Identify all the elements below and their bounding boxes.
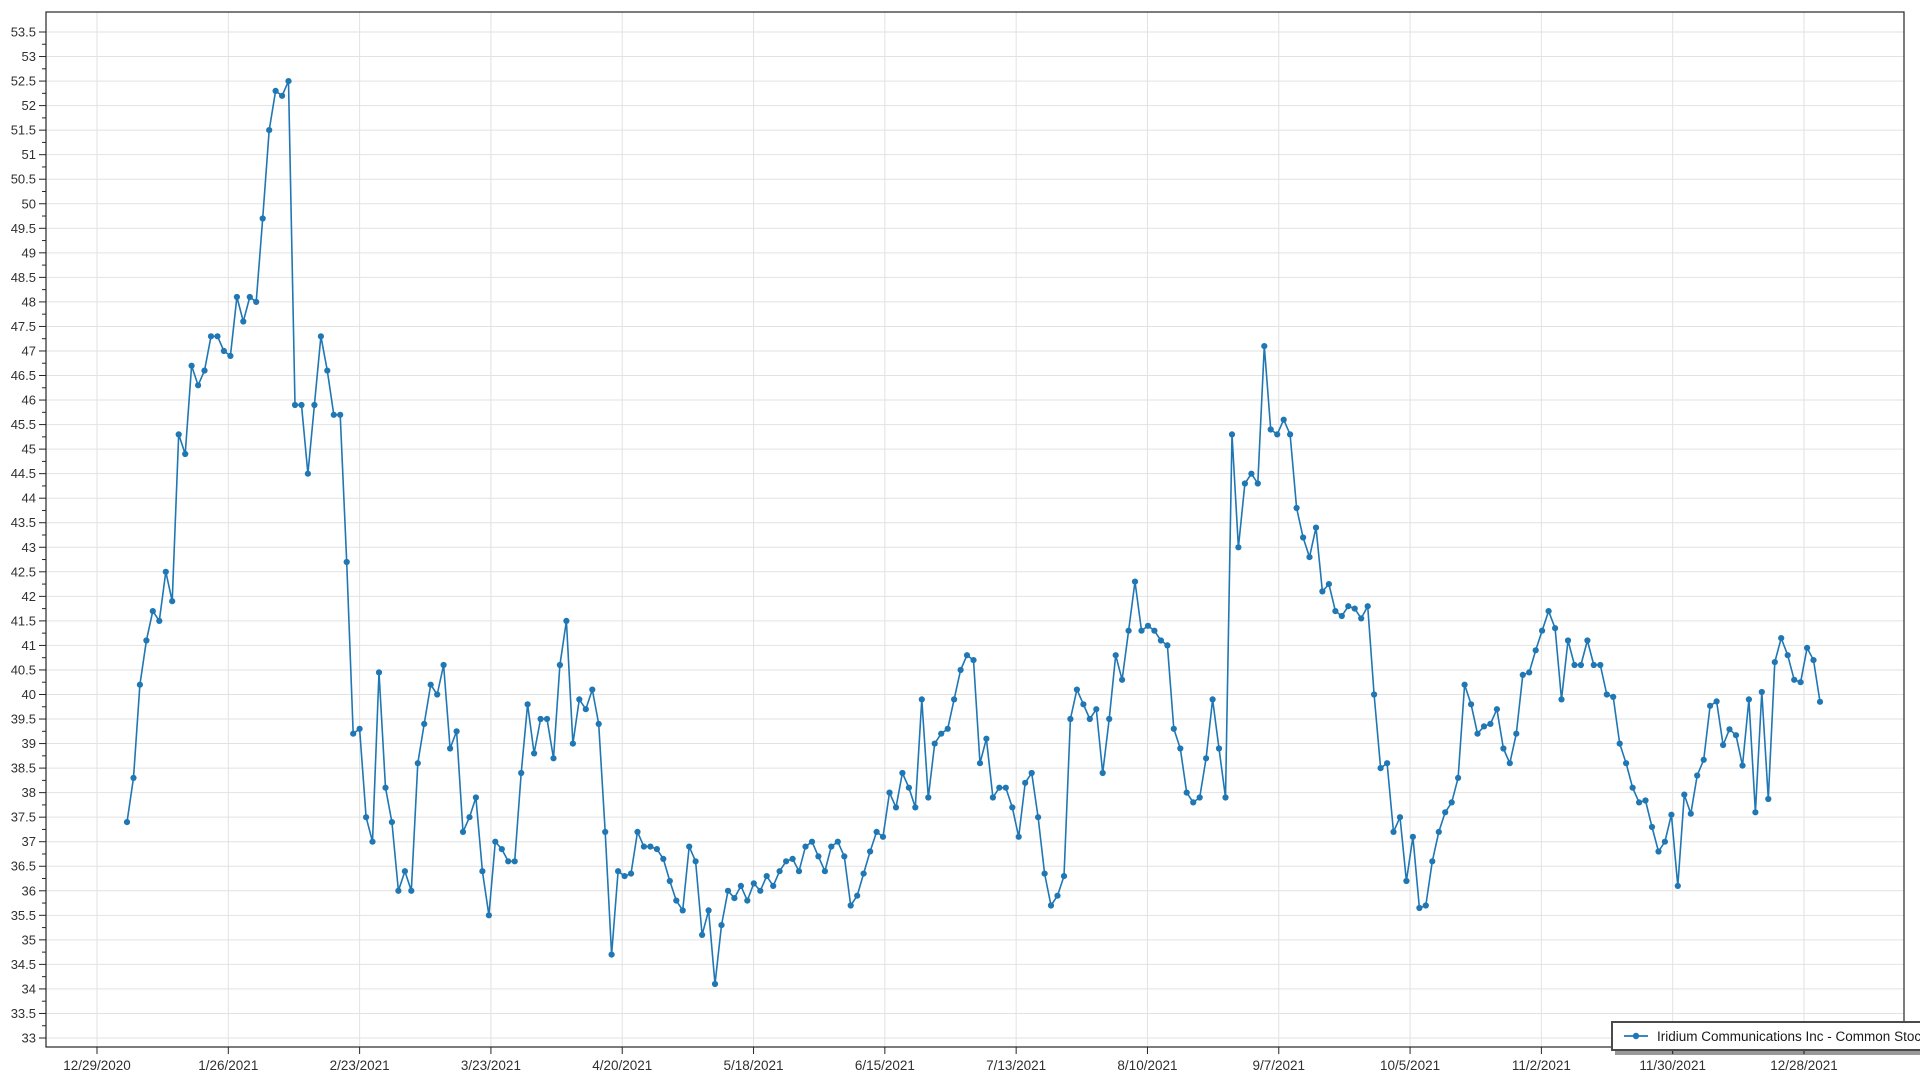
svg-text:35.5: 35.5 bbox=[11, 908, 36, 923]
svg-text:46: 46 bbox=[22, 393, 36, 408]
svg-text:35: 35 bbox=[22, 932, 36, 947]
svg-text:2/23/2021: 2/23/2021 bbox=[330, 1058, 390, 1073]
svg-text:39.5: 39.5 bbox=[11, 712, 36, 727]
svg-text:42: 42 bbox=[22, 589, 36, 604]
svg-text:45: 45 bbox=[22, 442, 36, 457]
svg-text:38.5: 38.5 bbox=[11, 761, 36, 776]
svg-text:43: 43 bbox=[22, 540, 36, 555]
svg-text:12/29/2020: 12/29/2020 bbox=[63, 1058, 131, 1073]
svg-text:41: 41 bbox=[22, 638, 36, 653]
legend-series-marker-icon bbox=[1623, 1031, 1649, 1041]
svg-text:34: 34 bbox=[22, 981, 36, 996]
svg-text:49.5: 49.5 bbox=[11, 221, 36, 236]
svg-text:47.5: 47.5 bbox=[11, 319, 36, 334]
svg-text:10/5/2021: 10/5/2021 bbox=[1380, 1058, 1440, 1073]
svg-text:5/18/2021: 5/18/2021 bbox=[724, 1058, 784, 1073]
svg-text:36: 36 bbox=[22, 883, 36, 898]
svg-text:38: 38 bbox=[22, 785, 36, 800]
svg-text:39: 39 bbox=[22, 736, 36, 751]
svg-text:7/13/2021: 7/13/2021 bbox=[986, 1058, 1046, 1073]
svg-text:37: 37 bbox=[22, 834, 36, 849]
axes bbox=[39, 12, 1904, 1054]
svg-text:50: 50 bbox=[22, 196, 36, 211]
svg-text:46.5: 46.5 bbox=[11, 368, 36, 383]
svg-text:51: 51 bbox=[22, 147, 36, 162]
svg-text:52: 52 bbox=[22, 98, 36, 113]
svg-text:41.5: 41.5 bbox=[11, 613, 36, 628]
svg-text:52.5: 52.5 bbox=[11, 74, 36, 89]
svg-text:47: 47 bbox=[22, 343, 36, 358]
svg-text:6/15/2021: 6/15/2021 bbox=[855, 1058, 915, 1073]
legend: Iridium Communications Inc - Common Stoc… bbox=[1611, 1021, 1920, 1051]
svg-text:51.5: 51.5 bbox=[11, 123, 36, 138]
svg-text:34.5: 34.5 bbox=[11, 957, 36, 972]
svg-text:40: 40 bbox=[22, 687, 36, 702]
chart-window: 33 33.5 34 34.5 35 35.5 36 36.5 37 37.5 38 38.5 39 39… bbox=[0, 0, 1920, 1080]
svg-text:1/26/2021: 1/26/2021 bbox=[198, 1058, 258, 1073]
svg-text:9/7/2021: 9/7/2021 bbox=[1252, 1058, 1305, 1073]
legend-label: Iridium Communications Inc - Common Stoc… bbox=[1657, 1029, 1920, 1044]
svg-text:11/2/2021: 11/2/2021 bbox=[1512, 1058, 1571, 1073]
svg-text:42.5: 42.5 bbox=[11, 564, 36, 579]
svg-text:4/20/2021: 4/20/2021 bbox=[592, 1058, 652, 1073]
svg-text:44: 44 bbox=[22, 491, 36, 506]
svg-text:43.5: 43.5 bbox=[11, 515, 36, 530]
svg-text:45.5: 45.5 bbox=[11, 417, 36, 432]
series-iridium-communications-inc-common-stock bbox=[124, 78, 1823, 987]
gridlines bbox=[46, 12, 1904, 1047]
svg-text:33: 33 bbox=[22, 1031, 36, 1046]
svg-text:48.5: 48.5 bbox=[11, 270, 36, 285]
svg-text:50.5: 50.5 bbox=[11, 172, 36, 187]
price-line bbox=[127, 81, 1820, 984]
svg-text:8/10/2021: 8/10/2021 bbox=[1117, 1058, 1177, 1073]
svg-text:49: 49 bbox=[22, 245, 36, 260]
svg-text:53: 53 bbox=[22, 49, 36, 64]
svg-text:37.5: 37.5 bbox=[11, 810, 36, 825]
svg-text:12/28/2021: 12/28/2021 bbox=[1770, 1058, 1838, 1073]
svg-text:3/23/2021: 3/23/2021 bbox=[461, 1058, 521, 1073]
svg-text:40.5: 40.5 bbox=[11, 662, 36, 677]
svg-text:33.5: 33.5 bbox=[11, 1006, 36, 1021]
svg-text:11/30/2021: 11/30/2021 bbox=[1639, 1058, 1706, 1073]
svg-text:48: 48 bbox=[22, 294, 36, 309]
data-point-markers bbox=[124, 78, 1823, 987]
svg-text:53.5: 53.5 bbox=[11, 25, 36, 40]
price-chart: 33 33.5 34 34.5 35 35.5 36 36.5 37 37.5 38 38.5 39 39… bbox=[0, 0, 1920, 1080]
svg-text:36.5: 36.5 bbox=[11, 859, 36, 874]
svg-text:44.5: 44.5 bbox=[11, 466, 36, 481]
